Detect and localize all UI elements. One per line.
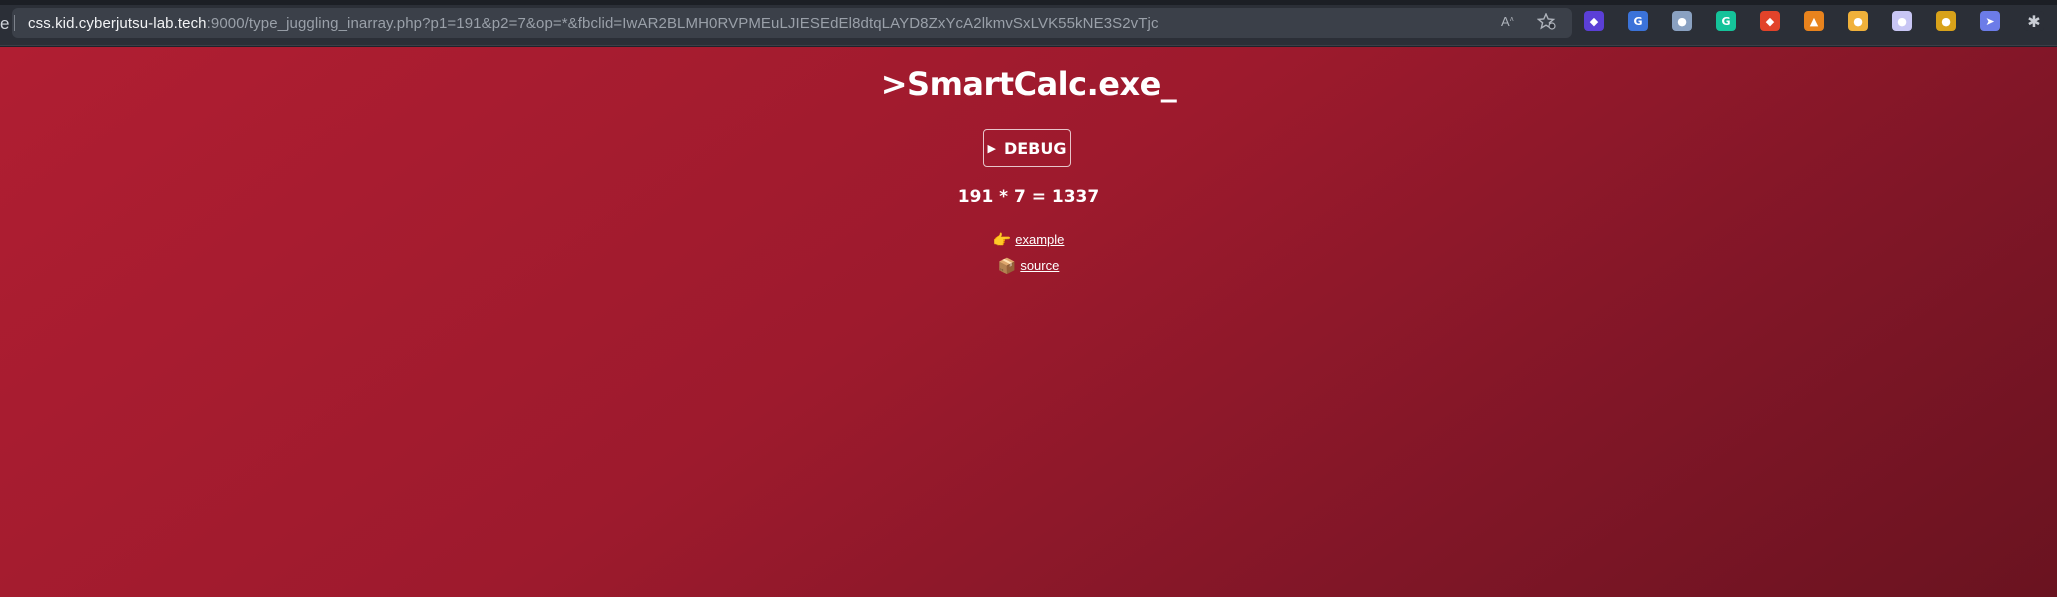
url-path: :9000/type_juggling_inarray.php?p1=191&p… bbox=[206, 14, 1159, 32]
page-title: >SmartCalc.exe_ bbox=[880, 65, 1177, 103]
list-item: 👉 example bbox=[0, 227, 2057, 253]
links-list: 👉 example 📦 source bbox=[0, 227, 2057, 279]
tab-strip bbox=[0, 0, 2057, 5]
favorite-icon[interactable] bbox=[1536, 12, 1558, 33]
ext-cursor-icon[interactable]: ➤ bbox=[1980, 11, 2000, 31]
ext-circle-icon[interactable]: ● bbox=[1672, 11, 1692, 31]
debug-button-label: DEBUG bbox=[1003, 138, 1067, 158]
read-aloud-icon[interactable]: Aʌ bbox=[1498, 13, 1520, 33]
address-bar-icons: Aʌ bbox=[1498, 12, 1558, 33]
url-host: css.kid.cyberjutsu-lab.tech bbox=[28, 14, 207, 32]
extensions-puzzle-icon[interactable]: ✱ bbox=[2024, 11, 2044, 31]
source-link[interactable]: source bbox=[1020, 253, 1059, 279]
example-link[interactable]: example bbox=[1015, 227, 1064, 253]
package-icon: 📦 bbox=[997, 257, 1017, 275]
ext-purple-icon[interactable]: ◆ bbox=[1584, 11, 1604, 31]
ext-yellow-icon[interactable]: ● bbox=[1848, 11, 1868, 31]
browser-toolbar: e css.kid.cyberjutsu-lab.tech:9000/type_… bbox=[0, 0, 2057, 46]
ext-cloud-icon[interactable]: ● bbox=[1892, 11, 1912, 31]
ext-grammarly-icon[interactable]: G bbox=[1716, 11, 1736, 31]
ext-red-icon[interactable]: ◆ bbox=[1760, 11, 1780, 31]
extensions-bar: ◆ G ● G ◆ ▲ ● ● ● ➤ ✱ bbox=[1584, 11, 2057, 31]
ext-metamask-icon[interactable]: ▲ bbox=[1804, 11, 1824, 31]
svg-text:ʌ: ʌ bbox=[1510, 16, 1514, 23]
address-bar-divider bbox=[14, 15, 15, 31]
pointing-hand-icon: 👉 bbox=[992, 231, 1012, 249]
debug-button[interactable]: ▶ DEBUG bbox=[983, 129, 1071, 167]
ext-translate-icon[interactable]: G bbox=[1628, 11, 1648, 31]
play-icon: ▶ bbox=[987, 141, 996, 155]
list-item: 📦 source bbox=[0, 253, 2057, 279]
address-bar[interactable]: css.kid.cyberjutsu-lab.tech:9000/type_ju… bbox=[12, 8, 1572, 38]
calculation-result: 191 * 7 = 1337 bbox=[957, 187, 1100, 207]
url-text[interactable]: css.kid.cyberjutsu-lab.tech:9000/type_ju… bbox=[28, 15, 1159, 32]
ext-bee-icon[interactable]: ● bbox=[1936, 11, 1956, 31]
page-viewport: >SmartCalc.exe_ ▶ DEBUG 191 * 7 = 1337 👉… bbox=[0, 47, 2057, 597]
svg-text:A: A bbox=[1501, 14, 1510, 29]
